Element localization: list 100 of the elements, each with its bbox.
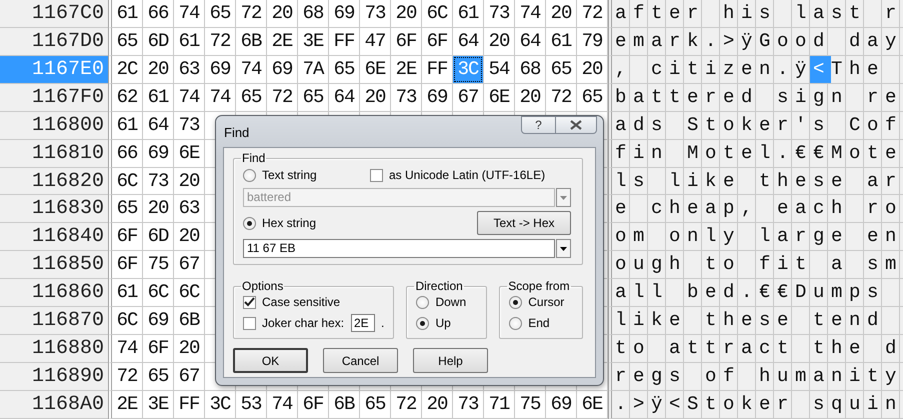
byte-cell[interactable]: 61: [453, 0, 483, 27]
byte-cell[interactable]: 73: [360, 0, 390, 27]
byte-cell[interactable]: 20: [174, 335, 204, 362]
radio-button[interactable]: [243, 168, 256, 182]
byte-cell[interactable]: 6B: [174, 307, 204, 334]
byte-cell[interactable]: 20: [174, 223, 204, 250]
byte-cell[interactable]: 20: [422, 390, 452, 418]
byte-cell[interactable]: FF: [329, 28, 359, 55]
byte-cell[interactable]: 79: [577, 28, 607, 55]
combo-field[interactable]: 11 67 EB: [243, 239, 555, 258]
byte-cell[interactable]: 6F: [391, 28, 421, 55]
byte-cell[interactable]: 2C: [112, 56, 142, 83]
byte-cell[interactable]: 6F: [143, 335, 173, 362]
byte-cell[interactable]: 61: [143, 84, 173, 111]
byte-cell[interactable]: 73: [484, 0, 514, 27]
byte-cell[interactable]: 47: [360, 28, 390, 55]
byte-cell[interactable]: 61: [112, 112, 142, 139]
checkbox[interactable]: [243, 296, 256, 308]
byte-cell[interactable]: 6E: [577, 390, 607, 418]
byte-cell[interactable]: FF: [422, 56, 452, 83]
radio-button[interactable]: [509, 296, 522, 308]
byte-cell[interactable]: 6F: [112, 251, 142, 278]
byte-cell[interactable]: 65: [298, 84, 328, 111]
byte-cell[interactable]: 67: [174, 362, 204, 390]
dropdown-button[interactable]: [556, 239, 571, 258]
byte-cell[interactable]: 6B: [236, 28, 266, 55]
byte-cell[interactable]: 61: [174, 28, 204, 55]
byte-cell[interactable]: 64: [329, 84, 359, 111]
byte-cell[interactable]: 3E: [298, 28, 328, 55]
byte-cell[interactable]: 20: [143, 195, 173, 222]
byte-cell[interactable]: 65: [143, 362, 173, 390]
radio-label[interactable]: Up: [435, 316, 451, 330]
radio-label[interactable]: End: [528, 316, 550, 330]
checkbox-label[interactable]: Case sensitive: [262, 295, 340, 309]
byte-cell[interactable]: FF: [174, 390, 204, 418]
byte-cell[interactable]: 54: [484, 56, 514, 83]
byte-cell[interactable]: 74: [267, 390, 297, 418]
byte-cell[interactable]: 69: [143, 307, 173, 334]
byte-cell[interactable]: 6D: [143, 223, 173, 250]
byte-cell[interactable]: 74: [174, 0, 204, 27]
dialog-button[interactable]: Cancel: [323, 348, 398, 373]
byte-cell[interactable]: 66: [112, 140, 142, 167]
byte-cell[interactable]: 69: [143, 140, 173, 167]
byte-cell[interactable]: 6F: [422, 28, 452, 55]
checkbox-label[interactable]: as Unicode Latin (UTF-16LE): [389, 168, 546, 182]
byte-cell[interactable]: 74: [205, 84, 235, 111]
byte-cell[interactable]: 65: [205, 0, 235, 27]
byte-cell[interactable]: 6F: [298, 390, 328, 418]
byte-cell[interactable]: 2E: [112, 390, 142, 418]
dialog-button[interactable]: OK: [233, 348, 308, 373]
byte-cell[interactable]: 74: [236, 56, 266, 83]
byte-cell[interactable]: 6E: [174, 140, 204, 167]
checkbox-label[interactable]: Joker char hex:: [262, 316, 344, 330]
text-to-hex-button[interactable]: Text -> Hex: [477, 211, 571, 235]
byte-cell[interactable]: 63: [174, 195, 204, 222]
byte-cell[interactable]: 65: [236, 84, 266, 111]
byte-cell[interactable]: 69: [267, 56, 297, 83]
byte-cell[interactable]: 63: [174, 56, 204, 83]
byte-cell[interactable]: 72: [577, 0, 607, 27]
byte-cell[interactable]: 6C: [422, 0, 452, 27]
byte-cell[interactable]: 7A: [298, 56, 328, 83]
byte-cell[interactable]: 20: [143, 56, 173, 83]
byte-cell[interactable]: 71: [484, 390, 514, 418]
byte-cell[interactable]: 75: [515, 390, 545, 418]
byte-cell[interactable]: 64: [143, 112, 173, 139]
byte-cell[interactable]: 73: [174, 112, 204, 139]
byte-cell[interactable]: 68: [298, 0, 328, 27]
byte-cell[interactable]: 65: [329, 56, 359, 83]
byte-cell[interactable]: 72: [112, 362, 142, 390]
byte-cell[interactable]: 73: [143, 168, 173, 194]
byte-cell[interactable]: 75: [143, 251, 173, 278]
radio-label[interactable]: Down: [435, 295, 466, 309]
byte-cell[interactable]: 64: [453, 28, 483, 55]
byte-cell[interactable]: 65: [112, 195, 142, 222]
radio-label[interactable]: Text string: [262, 168, 317, 182]
byte-cell[interactable]: 72: [267, 84, 297, 111]
byte-cell[interactable]: 69: [329, 0, 359, 27]
hex-input-field[interactable]: 2E: [351, 314, 375, 332]
byte-cell[interactable]: 72: [391, 390, 421, 418]
byte-cell[interactable]: 61: [546, 28, 576, 55]
byte-cell[interactable]: 61: [112, 0, 142, 27]
byte-cell[interactable]: 20: [577, 56, 607, 83]
byte-cell[interactable]: 74: [174, 84, 204, 111]
byte-cell[interactable]: 3C: [205, 390, 235, 418]
byte-cell[interactable]: 72: [546, 84, 576, 111]
byte-cell[interactable]: 72: [205, 28, 235, 55]
byte-cell[interactable]: 68: [515, 56, 545, 83]
byte-cell[interactable]: 20: [484, 28, 514, 55]
byte-cell[interactable]: 74: [515, 0, 545, 27]
byte-cell[interactable]: 73: [453, 390, 483, 418]
byte-cell[interactable]: 61: [112, 279, 142, 306]
byte-cell[interactable]: 65: [360, 390, 390, 418]
byte-cell[interactable]: 20: [174, 168, 204, 194]
dialog-button[interactable]: Help: [413, 348, 488, 373]
radio-button[interactable]: [416, 296, 430, 308]
byte-cell[interactable]: 67: [174, 251, 204, 278]
radio-button[interactable]: [509, 316, 522, 330]
radio-button[interactable]: [416, 316, 430, 330]
byte-cell[interactable]: 67: [453, 84, 483, 111]
byte-cell[interactable]: 65: [546, 56, 576, 83]
